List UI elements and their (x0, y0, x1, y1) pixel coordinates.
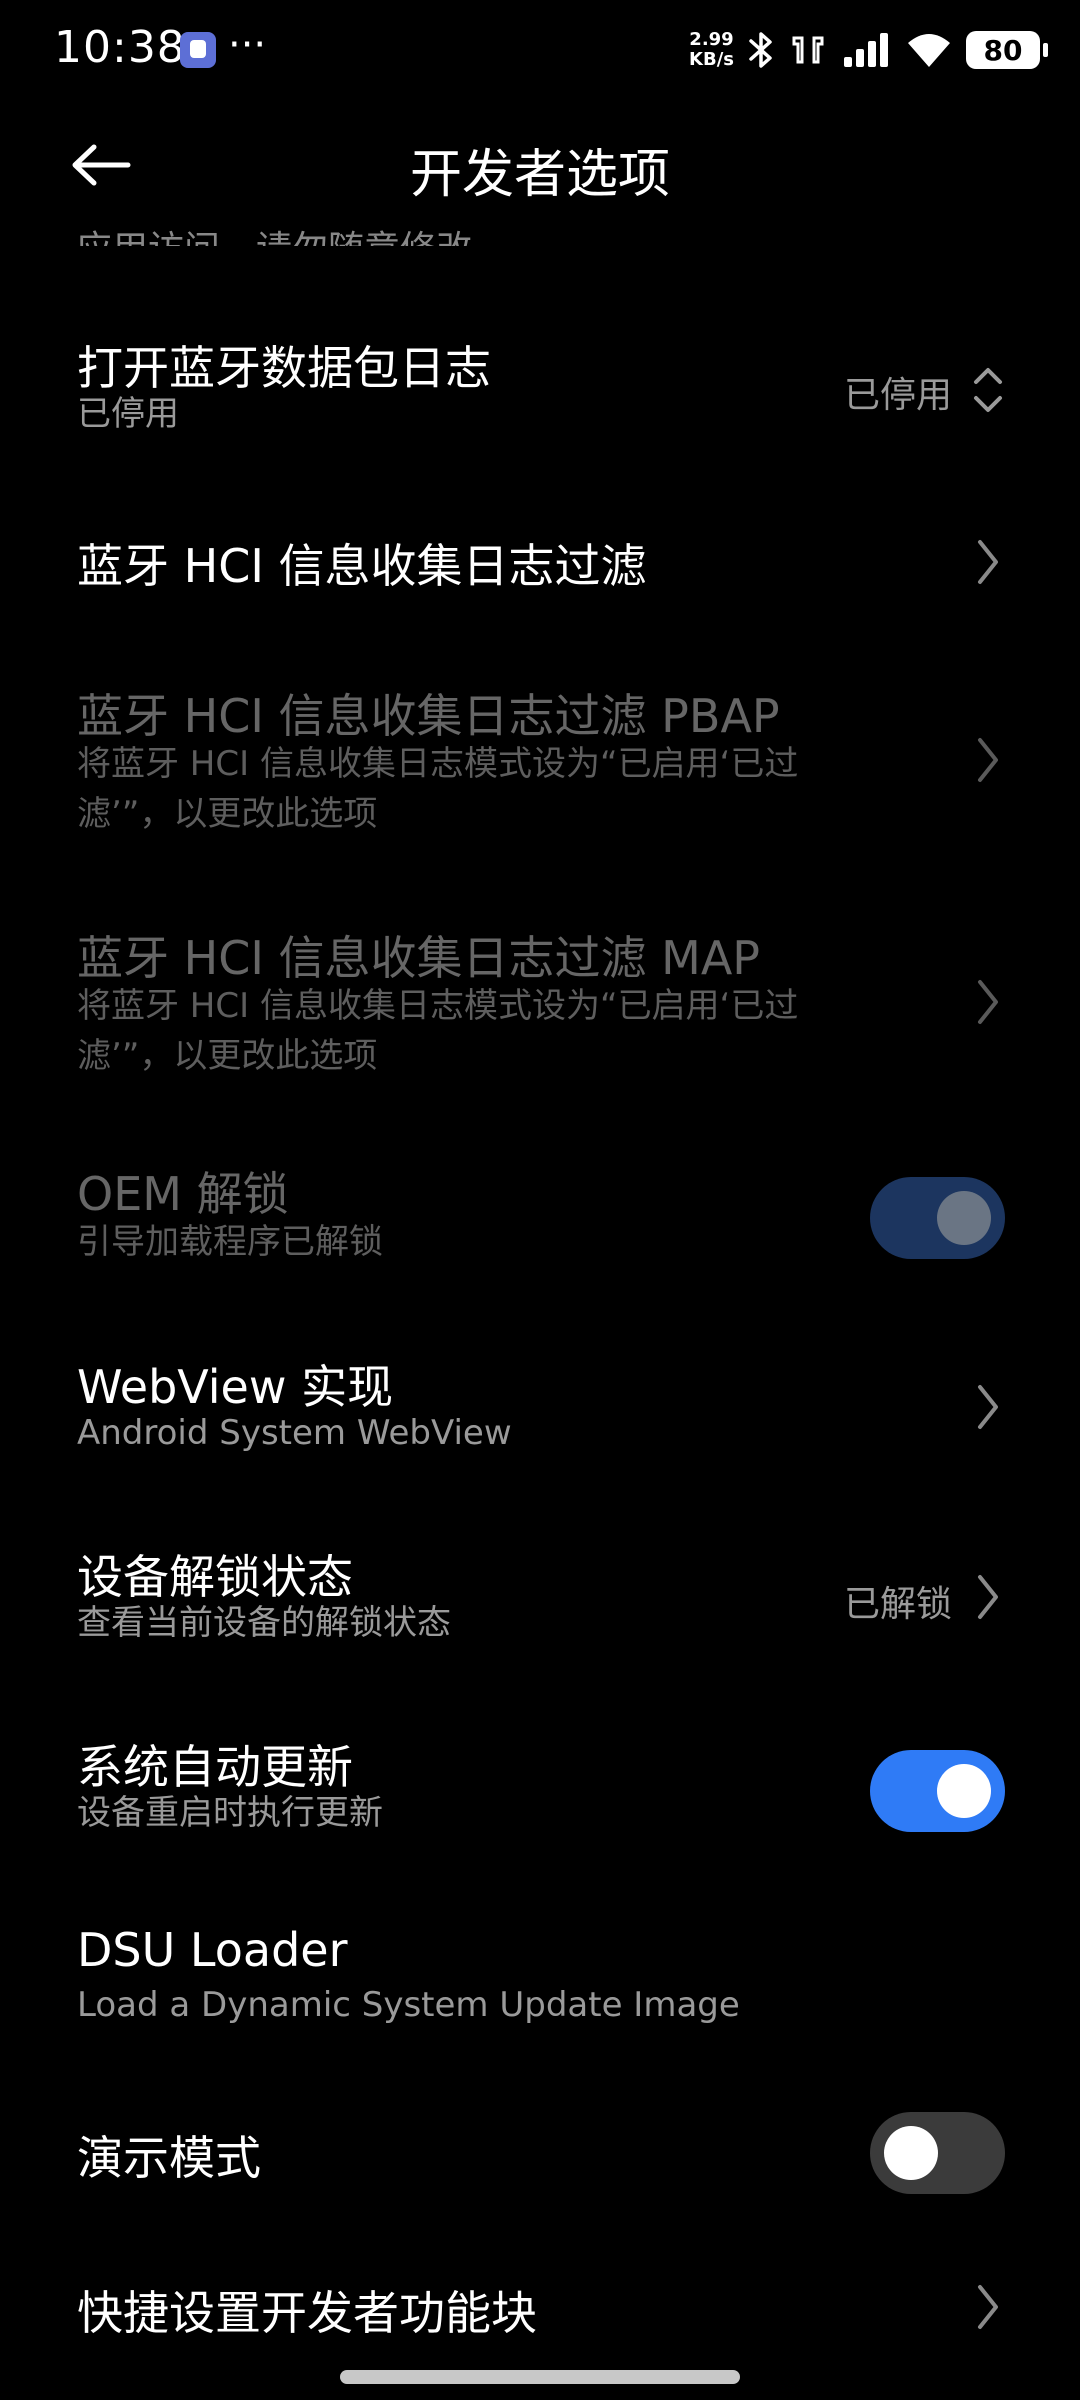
row-title: DSU Loader (77, 1923, 348, 1977)
device-unlock-status-row[interactable]: 设备解锁状态 查看当前设备的解锁状态 已解锁 (0, 1535, 1080, 1665)
switch-knob (937, 1191, 991, 1245)
dropdown-value[interactable]: 已停用 (844, 366, 952, 418)
row-subtitle-line2: 滤’”，以更改此选项 (77, 1036, 378, 1076)
row-subtitle-line1: 将蓝牙 HCI 信息收集日志模式设为“已启用‘已过 (77, 986, 799, 1026)
demo-mode-row[interactable]: 演示模式 (0, 2108, 1080, 2198)
battery-level: 80 (983, 33, 1023, 67)
row-title: 演示模式 (77, 2131, 261, 2185)
bt-hci-log-filter-row[interactable]: 蓝牙 HCI 信息收集日志过滤 (0, 520, 1080, 600)
status-bar: 10:38 ··· 2.99 KB/s 80 (0, 0, 1080, 100)
row-title: 蓝牙 HCI 信息收集日志过滤 PBAP (77, 689, 780, 743)
chevron-right-icon (978, 980, 998, 1024)
signal-icon (842, 31, 892, 69)
row-subtitle: 引导加载程序已解锁 (77, 1222, 383, 1262)
status-time: 10:38 (54, 22, 186, 73)
bt-hci-filter-map-row: 蓝牙 HCI 信息收集日志过滤 MAP 将蓝牙 HCI 信息收集日志模式设为“已… (0, 912, 1080, 1082)
row-subtitle-line2: 滤’”，以更改此选项 (77, 794, 378, 834)
row-title: 蓝牙 HCI 信息收集日志过滤 MAP (77, 931, 761, 985)
more-notifications-indicator: ··· (228, 22, 267, 68)
unfold-icon[interactable] (970, 360, 1006, 420)
oem-unlock-switch (870, 1177, 1005, 1259)
row-subtitle: Load a Dynamic System Update Image (77, 1985, 740, 2025)
auto-update-switch[interactable] (870, 1750, 1005, 1832)
screen: 10:38 ··· 2.99 KB/s 80 开发者选项 打开蓝牙数据包日志 已… (0, 0, 1080, 2400)
network-speed-value: 2.99 (689, 29, 734, 50)
row-subtitle-line1: 将蓝牙 HCI 信息收集日志模式设为“已启用‘已过 (77, 744, 799, 784)
row-value: 已解锁 (843, 1584, 952, 1625)
row-title: 快捷设置开发者功能块 (77, 2286, 537, 2340)
webview-implementation-row[interactable]: WebView 实现 Android System WebView (0, 1345, 1080, 1475)
row-subtitle: 已停用 (77, 394, 179, 434)
switch-knob (884, 2126, 938, 2180)
row-subtitle: 设备重启时执行更新 (77, 1793, 383, 1833)
oem-unlock-row: OEM 解锁 引导加载程序已解锁 (0, 1150, 1080, 1280)
chevron-right-icon (978, 1385, 998, 1429)
quick-settings-dev-tiles-row[interactable]: 快捷设置开发者功能块 (0, 2265, 1080, 2345)
bluetooth-icon (748, 30, 774, 70)
chevron-right-icon (978, 2285, 998, 2329)
scrolled-off-summary: 应用访问，请勿随意修改 (76, 206, 596, 246)
bt-hci-filter-pbap-row: 蓝牙 HCI 信息收集日志过滤 PBAP 将蓝牙 HCI 信息收集日志模式设为“… (0, 670, 1080, 840)
row-subtitle: Android System WebView (77, 1413, 512, 1453)
network-speed: 2.99 KB/s (689, 30, 734, 70)
row-title: OEM 解锁 (77, 1167, 289, 1221)
page-title: 开发者选项 (409, 145, 670, 205)
dsu-loader-row[interactable]: DSU Loader Load a Dynamic System Update … (0, 1917, 1080, 2047)
battery-icon: 80 (966, 31, 1048, 69)
network-speed-unit: KB/s (689, 49, 734, 70)
chevron-right-icon (978, 1575, 998, 1619)
chevron-right-icon (978, 540, 998, 584)
row-title: 蓝牙 HCI 信息收集日志过滤 (77, 539, 647, 593)
demo-mode-switch[interactable] (870, 2112, 1005, 2194)
home-indicator[interactable] (340, 2370, 740, 2384)
auto-system-update-row[interactable]: 系统自动更新 设备重启时执行更新 (0, 1725, 1080, 1855)
app-notification-icon (180, 32, 216, 68)
wifi-icon (906, 31, 952, 69)
status-icons: 2.99 KB/s 80 (689, 22, 1048, 78)
scrolled-off-text: 应用访问，请勿随意修改 (76, 220, 472, 246)
switch-knob (937, 1764, 991, 1818)
bluetooth-snoop-log-row[interactable]: 打开蓝牙数据包日志 已停用 已停用 (0, 320, 1080, 470)
chevron-right-icon (978, 738, 998, 782)
row-subtitle: 查看当前设备的解锁状态 (77, 1603, 451, 1643)
earbuds-icon (788, 30, 828, 70)
